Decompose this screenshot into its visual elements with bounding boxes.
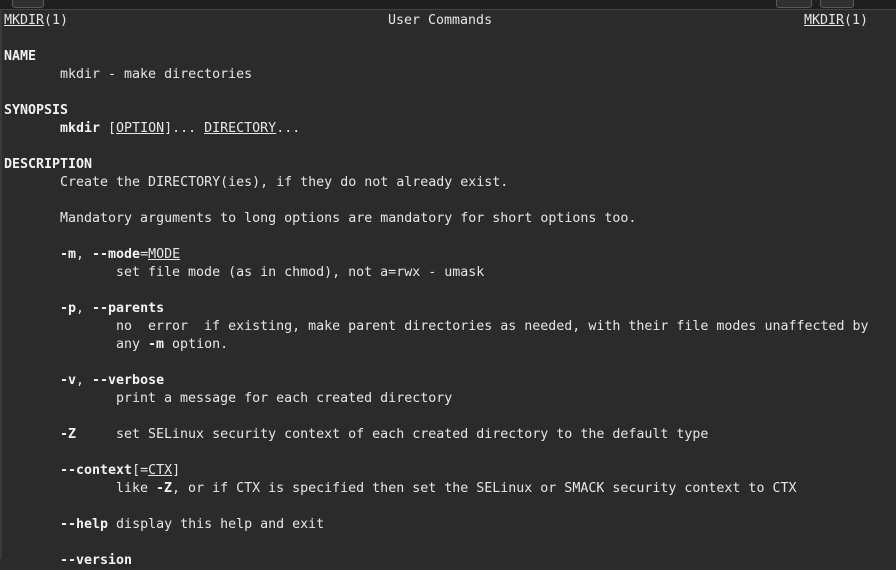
header-right-section: (1) <box>844 13 869 28</box>
option-verbose-desc: print a message for each created directo… <box>116 391 453 406</box>
opt-context-arg: CTX <box>148 463 173 478</box>
option-selinux-term: -Z <box>60 427 77 442</box>
opt-mode-sep: , <box>76 247 93 262</box>
opt-context-t1: [= <box>132 463 149 478</box>
synopsis-directory: DIRECTORY <box>204 121 277 136</box>
opt-context-desc-b: -Z <box>156 481 173 496</box>
top-bar-button-right-1[interactable] <box>776 0 812 8</box>
synopsis-t3: ... <box>276 121 301 136</box>
option-parents-desc-1: no error if existing, make parent direct… <box>116 319 869 334</box>
synopsis-line: mkdir [OPTION]... DIRECTORY... <box>60 120 300 138</box>
opt-help-long: --help <box>60 517 109 532</box>
description-line-2: Mandatory arguments to long options are … <box>60 211 637 226</box>
opt-parents-short: -p <box>60 301 77 316</box>
synopsis-cmd: mkdir <box>60 121 101 136</box>
top-bar-button-left[interactable] <box>12 0 44 8</box>
opt-parents-desc2a: any <box>116 337 149 352</box>
opt-parents-sep: , <box>76 301 93 316</box>
opt-context-long: --context <box>60 463 133 478</box>
option-parents-desc-2: any -m option. <box>116 336 228 354</box>
opt-mode-arg: MODE <box>148 247 181 262</box>
header-left-section: (1) <box>44 13 69 28</box>
terminal-man-page[interactable]: MKDIR(1) User Commands MKDIR(1) NAME mkd… <box>4 12 896 568</box>
name-heading: NAME <box>4 49 37 64</box>
left-window-edge <box>0 10 2 559</box>
window-top-bar <box>0 0 896 10</box>
opt-mode-eq: = <box>140 247 149 262</box>
man-header-right: MKDIR(1) <box>804 12 868 30</box>
man-header-title: User Commands <box>388 13 493 28</box>
opt-mode-long: --mode <box>92 247 141 262</box>
opt-verbose-long: --verbose <box>92 373 165 388</box>
description-heading: DESCRIPTION <box>4 157 93 172</box>
synopsis-t1: [ <box>100 121 117 136</box>
opt-parents-desc2c: option. <box>164 337 229 352</box>
opt-parents-desc2b: -m <box>148 337 165 352</box>
option-parents-term: -p, --parents <box>60 300 164 318</box>
option-mode-desc: set file mode (as in chmod), not a=rwx -… <box>116 265 485 280</box>
option-selinux-desc: set SELinux security context of each cre… <box>116 427 709 442</box>
option-mode-term: -m, --mode=MODE <box>60 246 180 264</box>
opt-context-desc-c: , or if CTX is specified then set the SE… <box>172 481 797 496</box>
option-context-desc: like -Z, or if CTX is specified then set… <box>116 480 796 498</box>
man-header-left: MKDIR(1) <box>4 12 68 30</box>
option-help: --help display this help and exit <box>60 516 324 534</box>
option-verbose-term: -v, --verbose <box>60 372 164 390</box>
header-right-name: MKDIR <box>804 13 845 28</box>
opt-help-desc: display this help and exit <box>108 517 325 532</box>
opt-context-desc-a: like <box>116 481 157 496</box>
name-text: mkdir - make directories <box>60 67 253 82</box>
opt-verbose-sep: , <box>76 373 93 388</box>
synopsis-option: OPTION <box>116 121 165 136</box>
synopsis-t2: ]... <box>164 121 205 136</box>
description-line-1: Create the DIRECTORY(ies), if they do no… <box>60 175 509 190</box>
opt-parents-long: --parents <box>92 301 165 316</box>
header-left-name: MKDIR <box>4 13 45 28</box>
opt-verbose-short: -v <box>60 373 77 388</box>
opt-mode-short: -m <box>60 247 77 262</box>
synopsis-heading: SYNOPSIS <box>4 103 69 118</box>
option-version-term: --version <box>60 553 133 568</box>
opt-context-t2: ] <box>172 463 181 478</box>
top-bar-button-right-2[interactable] <box>820 0 854 8</box>
option-context-term: --context[=CTX] <box>60 462 180 480</box>
